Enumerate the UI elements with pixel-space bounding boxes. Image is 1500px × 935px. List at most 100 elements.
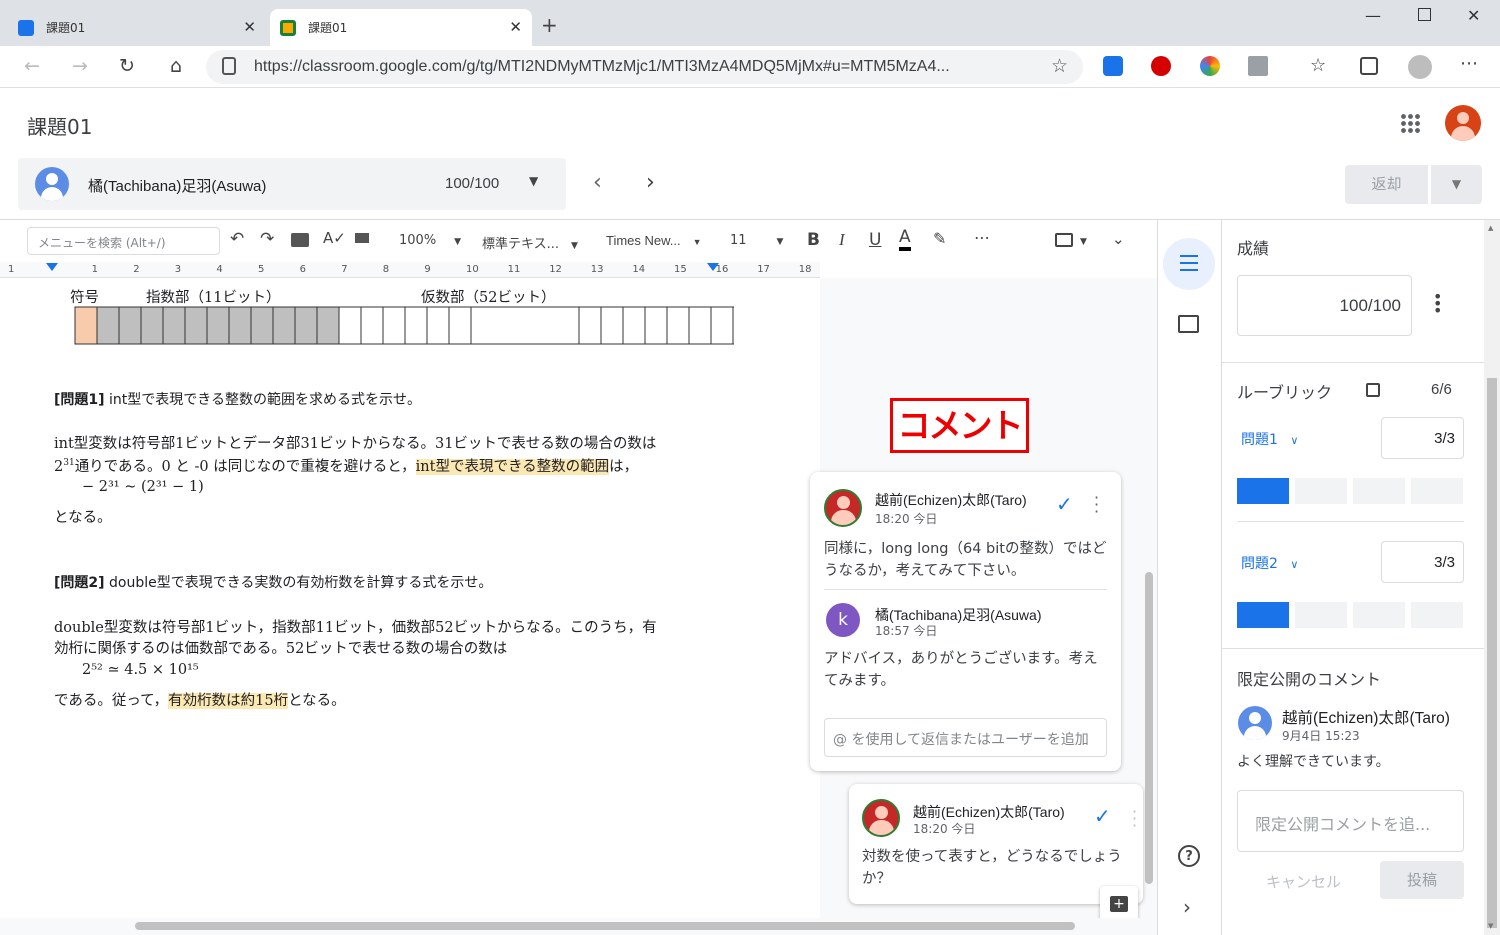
rubric-level[interactable] <box>1295 602 1347 628</box>
font-select[interactable]: Times New... ▼ <box>606 233 702 248</box>
comment-bank-icon[interactable] <box>1178 315 1199 333</box>
return-options-icon[interactable]: ▼ <box>1431 165 1482 204</box>
private-comment-input[interactable]: 限定公開コメントを追... <box>1237 790 1464 852</box>
resolve-check-icon[interactable]: ✓ <box>1056 492 1073 516</box>
return-button[interactable]: 返却 <box>1345 165 1428 204</box>
criterion-1-levels[interactable] <box>1237 478 1464 504</box>
close-tab-icon[interactable]: ✕ <box>243 18 256 36</box>
italic-button[interactable]: I <box>839 230 845 250</box>
url-field[interactable]: https://classroom.google.com/g/tg/MTI2ND… <box>206 50 1083 84</box>
browser-tab-2[interactable]: 課題01 ✕ <box>270 9 532 46</box>
answer1-line1: int型変数は符号部1ビットとデータ部31ビットからなる。31ビットで表せる数の… <box>54 436 657 452</box>
bit-cell <box>382 306 406 345</box>
highlighted-text[interactable]: int型で表現できる整数の範囲 <box>415 459 610 475</box>
rubric-level[interactable] <box>1411 602 1463 628</box>
apps-grid-icon[interactable] <box>1400 113 1420 133</box>
student-score: 100/100 <box>445 175 500 192</box>
reply-input[interactable]: @ を使用して返信またはユーザーを追加 <box>824 718 1107 757</box>
favorite-star-icon[interactable]: ☆ <box>1051 55 1068 77</box>
criterion-2-levels[interactable] <box>1237 602 1464 628</box>
insert-image-icon[interactable] <box>1055 233 1073 247</box>
profile-icon[interactable] <box>1408 55 1432 79</box>
collections-icon[interactable] <box>1360 57 1378 75</box>
rubric-level[interactable] <box>1411 478 1463 504</box>
grade-panel-button[interactable] <box>1163 238 1215 290</box>
bit-cell <box>140 306 164 345</box>
rubric-level[interactable] <box>1353 602 1405 628</box>
student-selector[interactable]: 橘(Tachibana)足羽(Asuwa) 100/100 ▼ <box>18 158 566 210</box>
grade-more-icon[interactable]: • • • <box>1433 289 1442 319</box>
grade-input[interactable]: 100/100 <box>1237 275 1412 336</box>
post-button[interactable]: 投稿 <box>1380 861 1464 899</box>
reload-icon[interactable]: ↻ <box>114 55 140 77</box>
rubric-criterion-2[interactable]: 問題2 ∨ <box>1241 553 1298 573</box>
rubric-level[interactable] <box>1353 478 1405 504</box>
more-icon[interactable]: ⋯ <box>1460 53 1478 74</box>
rubric-level[interactable] <box>1295 478 1347 504</box>
home-icon[interactable]: ⌂ <box>163 55 189 77</box>
open-rubric-icon[interactable] <box>1366 383 1380 397</box>
account-avatar[interactable] <box>1445 105 1481 141</box>
browser-tab-1[interactable]: 課題01 ✕ <box>8 9 266 46</box>
close-window-icon[interactable]: ✕ <box>1467 6 1480 25</box>
bold-button[interactable]: B <box>807 230 820 250</box>
student-dropdown-icon[interactable]: ▼ <box>529 174 538 188</box>
student-name: 橘(Tachibana)足羽(Asuwa) <box>88 178 267 195</box>
highlight-icon[interactable]: ✎ <box>933 229 946 248</box>
minimize-icon[interactable]: — <box>1365 6 1381 25</box>
collapse-panel-icon[interactable]: › <box>1183 895 1191 919</box>
previous-student-icon[interactable]: ‹ <box>593 170 602 195</box>
bit-cell <box>644 306 668 345</box>
more-tools-icon[interactable]: ⋯ <box>974 228 990 247</box>
underline-button[interactable]: U <box>869 230 881 250</box>
comment-thread-active[interactable]: 越前(Echizen)太郎(Taro) 18:20 今日 ✓ · · · 同様に，l… <box>810 472 1121 771</box>
collapse-toolbar-icon[interactable]: ⌄ <box>1112 230 1125 248</box>
dropdown-icon[interactable]: ▼ <box>1080 237 1087 247</box>
menu-search-input[interactable]: メニューを検索 (Alt+/) <box>27 227 220 255</box>
undo-icon[interactable]: ↶ <box>230 229 244 249</box>
extension-icon[interactable] <box>1103 56 1123 76</box>
rubric-criterion-1[interactable]: 問題1 ∨ <box>1241 429 1298 449</box>
dropdown-icon: ▼ <box>571 241 578 251</box>
criterion-2-score-input[interactable]: 3/3 <box>1381 541 1464 583</box>
comment-time: 18:57 今日 <box>875 624 938 638</box>
new-tab-icon[interactable]: + <box>541 13 558 37</box>
comment-more-icon[interactable]: · · · <box>1132 804 1137 834</box>
resolve-check-icon[interactable]: ✓ <box>1094 804 1111 828</box>
ruler-mark: 1 <box>8 264 15 275</box>
document-page[interactable] <box>0 278 820 918</box>
comment-scrollbar[interactable] <box>1145 572 1153 884</box>
style-select[interactable]: 標準テキス... ▼ <box>482 233 578 252</box>
comment-thread[interactable]: 越前(Echizen)太郎(Taro) 18:20 今日 ✓ · · · 対数を使っ… <box>849 784 1143 904</box>
extension-icon[interactable] <box>1200 56 1220 76</box>
favorites-icon[interactable]: ☆ <box>1310 55 1326 76</box>
ruler-mark: 16 <box>715 264 729 275</box>
cancel-button[interactable]: キャンセル <box>1266 871 1341 892</box>
text-color-button[interactable]: A <box>899 228 911 251</box>
horizontal-scrollbar[interactable] <box>0 918 1157 935</box>
close-tab-icon[interactable]: ✕ <box>509 18 522 36</box>
next-student-icon[interactable]: › <box>646 170 655 195</box>
criterion-1-score-input[interactable]: 3/3 <box>1381 417 1464 459</box>
extension-icon[interactable] <box>1248 56 1268 76</box>
page-scrollbar[interactable]: ▲ ▼ <box>1484 220 1500 935</box>
back-icon[interactable]: ← <box>19 55 45 77</box>
print-icon[interactable] <box>291 233 309 247</box>
maximize-icon[interactable] <box>1418 8 1431 21</box>
spellcheck-icon[interactable]: A✓ <box>323 229 346 247</box>
comment-more-icon[interactable]: · · · <box>1094 490 1099 520</box>
comment-text: 対数を使って表すと，どうなるでしょうか？ <box>862 849 1122 887</box>
help-icon[interactable]: ? <box>1178 845 1200 867</box>
left-indent-marker[interactable] <box>46 263 58 271</box>
highlighted-text[interactable]: 有効桁数は約15桁 <box>168 693 289 709</box>
forward-icon[interactable]: → <box>67 55 93 77</box>
zoom-select[interactable]: 100% ▼ <box>399 233 461 248</box>
redo-icon[interactable]: ↷ <box>260 229 274 249</box>
extension-icon[interactable] <box>1151 56 1171 76</box>
private-commenter-avatar <box>1238 706 1272 740</box>
paint-format-icon[interactable] <box>355 233 369 243</box>
font-size-select[interactable]: 11 ▼ <box>730 233 783 248</box>
rubric-level[interactable] <box>1237 478 1289 504</box>
rubric-level[interactable] <box>1237 602 1289 628</box>
text-span: である。従って， <box>54 693 169 709</box>
